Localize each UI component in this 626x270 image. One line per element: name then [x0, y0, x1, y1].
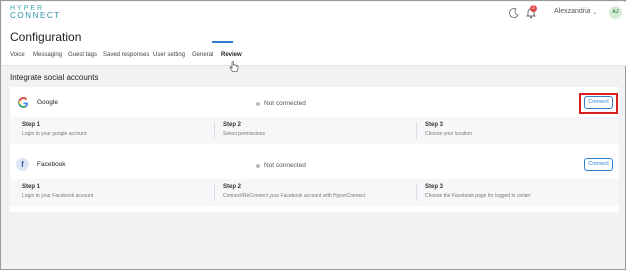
facebook-account-row: f Facebook Not connected Connect — [10, 152, 619, 177]
account-name: Google — [37, 99, 58, 106]
tab-voice[interactable]: Voice — [10, 52, 25, 58]
status-dot — [256, 102, 260, 106]
chevron-down-icon[interactable]: ⌄ — [592, 9, 597, 16]
facebook-steps: Step 1 Login to your Facebook account St… — [10, 179, 619, 206]
step-description: Connect/ReConnect your Facebook account … — [223, 193, 366, 199]
page-header: Configuration Voice Messaging Guest tags… — [2, 24, 626, 66]
step-description: Choose the Facebook page for logged in c… — [425, 193, 531, 199]
top-bar: HYPER CONNECT 2 Alexzandria ⌄ AJ — [2, 2, 626, 24]
step-3: Step 3 Choose your location — [425, 122, 472, 137]
step-1: Step 1 Login to your Facebook account — [22, 184, 93, 199]
notification-badge: 2 — [530, 5, 537, 12]
tab-user-setting[interactable]: User setting — [153, 52, 185, 58]
app-window: HYPER CONNECT 2 Alexzandria ⌄ AJ Configu… — [0, 0, 626, 270]
step-title: Step 1 — [22, 122, 41, 128]
step-description: Select permissions — [223, 131, 265, 137]
avatar[interactable]: AJ — [609, 6, 622, 19]
step-divider — [214, 184, 215, 201]
logo: HYPER CONNECT — [10, 5, 61, 20]
account-name: Facebook — [37, 161, 66, 168]
status-dot — [256, 164, 260, 168]
logo-line-2: CONNECT — [10, 11, 61, 20]
step-3: Step 3 Choose the Facebook page for logg… — [425, 184, 531, 199]
connect-facebook-button[interactable]: Connect — [584, 158, 613, 171]
step-title: Step 2 — [223, 122, 242, 128]
tab-messaging[interactable]: Messaging — [33, 52, 62, 58]
step-description: Login to your google account — [22, 131, 87, 137]
user-name[interactable]: Alexzandria — [554, 8, 591, 15]
section-title: Integrate social accounts — [10, 73, 99, 82]
active-tab-indicator — [212, 41, 233, 43]
social-accounts-panel: Google Not connected Connect Step 1 Logi… — [10, 87, 619, 212]
step-title: Step 2 — [223, 184, 242, 190]
step-1: Step 1 Login to your google account — [22, 122, 86, 137]
step-description: Login to your Facebook account — [22, 193, 94, 199]
connect-google-button[interactable]: Connect — [584, 96, 613, 109]
tab-review[interactable]: Review — [221, 52, 242, 58]
step-divider — [214, 122, 215, 139]
status-text: Not connected — [264, 162, 306, 169]
moon-icon[interactable] — [508, 7, 520, 19]
tab-saved-responses[interactable]: Saved responses — [103, 52, 149, 58]
step-description: Choose your location — [425, 131, 472, 137]
step-divider — [416, 184, 417, 201]
step-title: Step 1 — [22, 184, 41, 190]
tab-guest-tags[interactable]: Guest tags — [68, 52, 97, 58]
status-text: Not connected — [264, 100, 306, 107]
facebook-icon: f — [16, 158, 29, 171]
step-title: Step 3 — [425, 184, 444, 190]
tab-general[interactable]: General — [192, 52, 213, 58]
google-icon — [18, 97, 29, 108]
step-2: Step 2 Select permissions — [223, 122, 265, 137]
step-title: Step 3 — [425, 122, 444, 128]
hand-cursor-icon — [229, 61, 239, 72]
step-2: Step 2 Connect/ReConnect your Facebook a… — [223, 184, 365, 199]
page-title: Configuration — [10, 30, 82, 44]
google-account-row: Google Not connected Connect — [10, 90, 619, 115]
google-steps: Step 1 Login to your google account Step… — [10, 117, 619, 144]
step-divider — [416, 122, 417, 139]
